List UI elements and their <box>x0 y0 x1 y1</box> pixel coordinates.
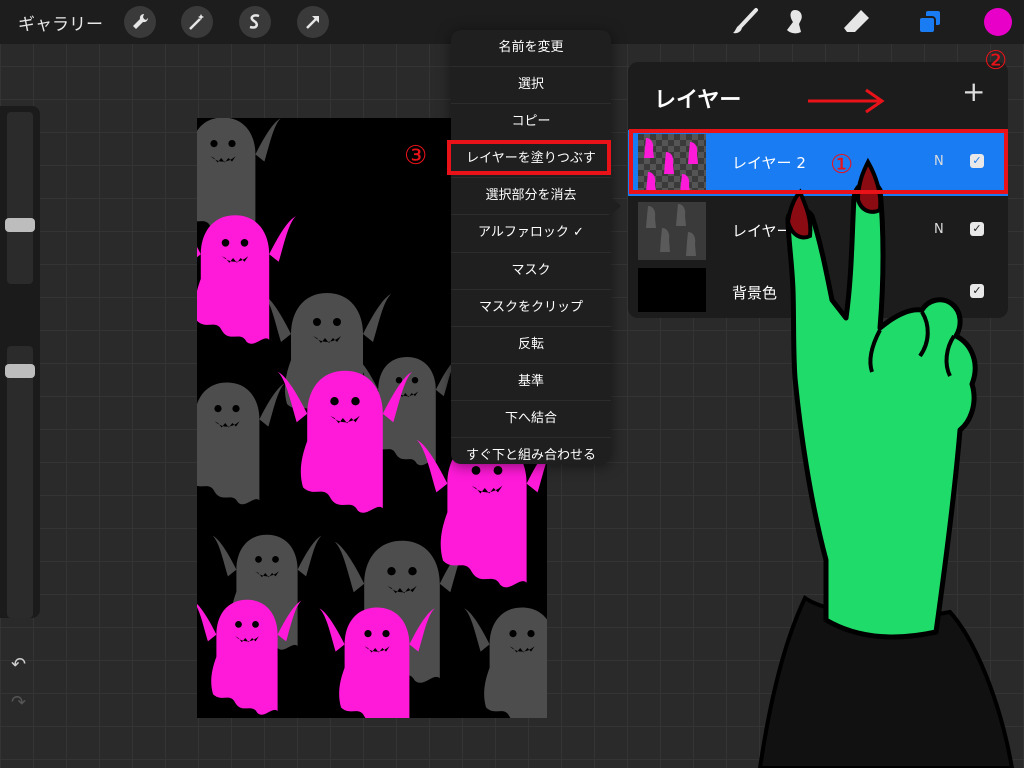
gallery-button[interactable]: ギャラリー <box>18 10 103 35</box>
highlight-fill-layer <box>447 140 611 175</box>
layer-name: レイヤー <box>732 222 792 240</box>
color-picker-button[interactable] <box>984 8 1012 36</box>
brush-size-slider-thumb[interactable] <box>5 218 35 232</box>
opacity-slider[interactable] <box>7 346 33 618</box>
layer-name: 背景色 <box>732 284 778 302</box>
layer-thumbnail <box>638 202 706 260</box>
layer-row-layer-1[interactable]: レイヤー N ✓ <box>628 198 1008 264</box>
undo-icon[interactable]: ↶ <box>11 654 26 675</box>
opacity-slider-thumb[interactable] <box>5 364 35 378</box>
menu-item-clear-selection[interactable]: 選択部分を消去 <box>451 178 611 216</box>
blend-mode-button[interactable]: N <box>934 222 944 237</box>
arrow-transform-icon[interactable] <box>297 6 329 38</box>
selection-s-icon[interactable] <box>239 6 271 38</box>
annotation-step-3: ③ <box>404 141 428 171</box>
menu-item-reference[interactable]: 基準 <box>451 364 611 401</box>
layers-icon[interactable] <box>914 6 946 38</box>
annotation-step-2: ② <box>984 46 1008 76</box>
annotation-step-1: ① <box>830 150 854 180</box>
magic-wand-icon[interactable] <box>181 6 213 38</box>
menu-item-merge-down[interactable]: 下へ結合 <box>451 401 611 439</box>
layers-title: レイヤー <box>654 88 742 113</box>
highlight-active-layer <box>629 129 1008 194</box>
layer-options-menu: 名前を変更 選択 コピー レイヤーを塗りつぶす 選択部分を消去 アルファロック … <box>451 30 611 464</box>
menu-item-copy[interactable]: コピー <box>451 104 611 142</box>
wrench-icon[interactable] <box>124 6 156 38</box>
brush-icon[interactable] <box>729 6 761 38</box>
left-sidebar: ↶ ↷ <box>0 106 40 713</box>
menu-item-clipping-mask[interactable]: マスクをクリップ <box>451 290 611 327</box>
menu-item-alpha-lock[interactable]: アルファロック ✓ <box>451 215 611 253</box>
eraser-icon[interactable] <box>841 6 873 38</box>
layer-thumbnail <box>638 268 706 312</box>
menu-item-invert[interactable]: 反転 <box>451 327 611 364</box>
layer-visibility-checkbox[interactable]: ✓ <box>970 222 984 236</box>
menu-item-combine-down[interactable]: すぐ下と組み合わせる <box>451 438 611 474</box>
redo-icon[interactable]: ↷ <box>11 692 26 713</box>
menu-item-mask[interactable]: マスク <box>451 253 611 290</box>
brush-size-slider[interactable] <box>7 112 33 284</box>
menu-item-select[interactable]: 選択 <box>451 67 611 105</box>
add-layer-button[interactable]: + <box>962 78 985 106</box>
menu-pointer-arrow <box>609 196 621 216</box>
smudge-icon[interactable] <box>779 6 811 38</box>
layer-visibility-checkbox[interactable]: ✓ <box>970 284 984 298</box>
menu-item-rename[interactable]: 名前を変更 <box>451 30 611 68</box>
layer-row-background-color[interactable]: 背景色 ✓ <box>628 266 1008 332</box>
